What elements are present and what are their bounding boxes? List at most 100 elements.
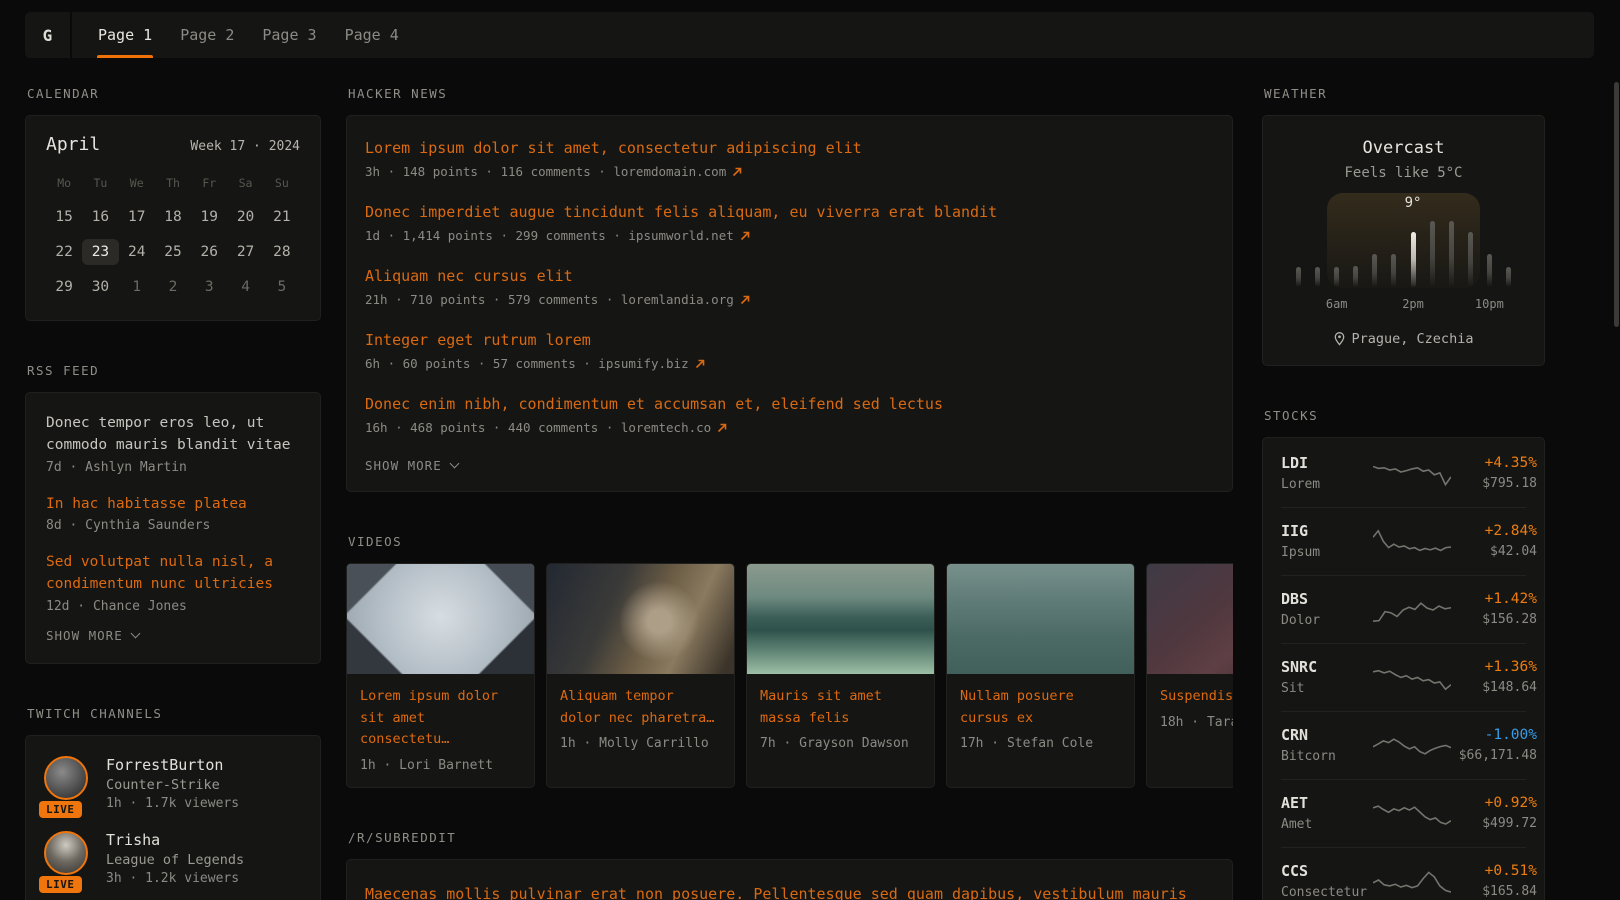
twitch-channel-name[interactable]: ForrestBurton — [106, 756, 239, 774]
rss-item-meta: 12d · Chance Jones — [46, 599, 300, 614]
rss-section: RSS FEED Donec tempor eros leo, ut commo… — [25, 363, 321, 664]
avatar-wrap: LIVE — [44, 831, 90, 886]
right-column: WEATHER Overcast Feels like 5°C 9° 6am2p… — [1262, 86, 1545, 900]
stock-identity: IIGIpsum — [1281, 522, 1373, 560]
stock-values: +1.42%$156.28 — [1451, 591, 1537, 627]
stock-row[interactable]: LDILorem+4.35%$795.18 — [1281, 440, 1526, 507]
stock-row[interactable]: CRNBitcorn-1.00%$66,171.48 — [1281, 711, 1526, 779]
rss-item-title[interactable]: Donec tempor eros leo, ut commodo mauris… — [46, 413, 300, 457]
video-meta: 17h · Stefan Cole — [960, 736, 1121, 751]
external-link-icon — [695, 359, 705, 369]
location-label: Prague, Czechia — [1352, 331, 1474, 347]
hackernews-item-meta-text: 6h · 60 points · 57 comments · ipsumify.… — [365, 356, 689, 371]
video-card-body: Mauris sit amet massa felis 7h · Grayson … — [747, 674, 934, 765]
hackernews-item: Donec imperdiet augue tincidunt felis al… — [365, 202, 1214, 243]
external-link-icon — [732, 167, 742, 177]
stock-values: +1.36%$148.64 — [1451, 659, 1537, 695]
video-card[interactable]: Aliquam tempor dolor nec pharetra…1h · M… — [546, 563, 735, 788]
stock-price: $165.84 — [1451, 884, 1537, 899]
tab-page-4[interactable]: Page 4 — [331, 12, 413, 58]
scrollbar-thumb[interactable] — [1614, 82, 1619, 327]
video-title[interactable]: Lorem ipsum dolor sit amet consectetu… — [360, 686, 521, 751]
stock-values: -1.00%$66,171.48 — [1451, 727, 1537, 763]
video-title[interactable]: Aliquam tempor dolor nec pharetra… — [560, 686, 721, 729]
hackernews-show-more-button[interactable]: SHOW MORE — [365, 458, 1214, 473]
stock-name: Bitcorn — [1281, 749, 1373, 764]
tab-page-2[interactable]: Page 2 — [166, 12, 248, 58]
video-meta: 7h · Grayson Dawson — [760, 736, 921, 751]
video-card[interactable]: Lorem ipsum dolor sit amet consectetu… 1h… — [346, 563, 535, 788]
video-title[interactable]: Mauris sit amet massa felis — [760, 686, 921, 729]
video-title[interactable]: Suspendisse diam — [1160, 686, 1233, 708]
hackernews-item-title[interactable]: Donec enim nibh, condimentum et accumsan… — [365, 394, 1214, 415]
rss-item-title[interactable]: Sed volutpat nulla nisl, a condimentum n… — [46, 552, 300, 596]
stock-sparkline-wrap — [1373, 524, 1451, 558]
weather-bar — [1315, 267, 1320, 287]
video-card[interactable]: Mauris sit amet massa felis 7h · Grayson … — [746, 563, 935, 788]
hackernews-item-title[interactable]: Integer eget rutrum lorem — [365, 330, 1214, 351]
main-column: HACKER NEWS Lorem ipsum dolor sit amet, … — [346, 86, 1233, 900]
calendar-day: 4 — [227, 274, 263, 300]
stock-price: $795.18 — [1451, 476, 1537, 491]
twitch-channel-name[interactable]: Trisha — [106, 831, 244, 849]
rss-item-title[interactable]: In hac habitasse platea — [46, 494, 300, 516]
tab-page-3[interactable]: Page 3 — [248, 12, 330, 58]
stocks-section: STOCKS LDILorem+4.35%$795.18IIGIpsum+2.8… — [1262, 408, 1545, 900]
tab-page-1[interactable]: Page 1 — [84, 12, 166, 58]
stock-values: +0.92%$499.72 — [1451, 795, 1537, 831]
stock-row[interactable]: DBSDolor+1.42%$156.28 — [1281, 575, 1526, 643]
weather-time-label: 10pm — [1475, 297, 1504, 311]
current-temperature-label: 9° — [1405, 195, 1422, 211]
hackernews-item-title[interactable]: Donec imperdiet augue tincidunt felis al… — [365, 202, 1214, 223]
calendar-day: 25 — [155, 239, 191, 265]
stock-sparkline — [1373, 524, 1451, 558]
twitch-channel-row[interactable]: LIVEForrestBurtonCounter-Strike1h · 1.7k… — [44, 756, 302, 811]
hackernews-item-meta: 21h · 710 points · 579 comments · loreml… — [365, 292, 1214, 307]
external-link-icon — [717, 423, 727, 433]
video-meta: 1h · Lori Barnett — [360, 758, 521, 773]
section-label-videos: VIDEOS — [348, 534, 1233, 549]
hackernews-item-title[interactable]: Lorem ipsum dolor sit amet, consectetur … — [365, 138, 1214, 159]
section-label-subreddit: /R/SUBREDDIT — [348, 830, 1233, 845]
app-logo[interactable]: G — [25, 12, 72, 58]
live-badge: LIVE — [39, 801, 82, 818]
video-meta: 18h · Tara — [1160, 715, 1233, 730]
weather-hourly-chart: 9° — [1289, 199, 1518, 287]
video-card[interactable]: Suspendisse diam 18h · Tara — [1146, 563, 1233, 788]
video-title[interactable]: Nullam posuere cursus ex — [960, 686, 1121, 729]
hackernews-item-title[interactable]: Aliquam nec cursus elit — [365, 266, 1214, 287]
section-label-calendar: CALENDAR — [27, 86, 321, 101]
show-more-label: SHOW MORE — [365, 458, 442, 473]
calendar-weekday: Su — [264, 171, 300, 195]
calendar-day: 22 — [46, 239, 82, 265]
stock-row[interactable]: IIGIpsum+2.84%$42.04 — [1281, 507, 1526, 575]
weather-bar-column — [1384, 254, 1403, 287]
subreddit-post-title[interactable]: Maecenas mollis pulvinar erat non posuer… — [365, 882, 1214, 900]
stock-change: +1.42% — [1451, 591, 1537, 607]
rss-item: Sed volutpat nulla nisl, a condimentum n… — [46, 552, 300, 614]
video-card[interactable]: Nullam posuere cursus ex 17h · Stefan Col… — [946, 563, 1135, 788]
subreddit-post: Maecenas mollis pulvinar erat non posuer… — [365, 882, 1214, 900]
stock-row[interactable]: SNRCSit+1.36%$148.64 — [1281, 643, 1526, 711]
twitch-section: TWITCH CHANNELS LIVEForrestBurtonCounter… — [25, 706, 321, 900]
stock-change: -1.00% — [1451, 727, 1537, 743]
calendar-day: 21 — [264, 204, 300, 230]
twitch-channel-meta: 3h · 1.2k viewers — [106, 871, 244, 886]
calendar-day: 26 — [191, 239, 227, 265]
weather-section: WEATHER Overcast Feels like 5°C 9° 6am2p… — [1262, 86, 1545, 366]
stock-sparkline — [1373, 796, 1451, 830]
rss-item-meta: 7d · Ashlyn Martin — [46, 460, 300, 475]
stock-row[interactable]: CCSConsectetur+0.51%$165.84 — [1281, 847, 1526, 900]
twitch-channel-row[interactable]: LIVETrishaLeague of Legends3h · 1.2k vie… — [44, 831, 302, 886]
calendar-day: 27 — [227, 239, 263, 265]
stock-row[interactable]: AETAmet+0.92%$499.72 — [1281, 779, 1526, 847]
stock-values: +0.51%$165.84 — [1451, 863, 1537, 899]
video-card-body: Nullam posuere cursus ex 17h · Stefan Col… — [947, 674, 1134, 765]
section-label-twitch: TWITCH CHANNELS — [27, 706, 321, 721]
hackernews-item-meta-text: 1d · 1,414 points · 299 comments · ipsum… — [365, 228, 734, 243]
video-thumbnail — [747, 564, 934, 674]
rss-show-more-button[interactable]: SHOW MORE — [46, 628, 300, 643]
video-thumbnail — [1147, 564, 1233, 674]
calendar-day: 24 — [119, 239, 155, 265]
section-label-weather: WEATHER — [1264, 86, 1545, 101]
